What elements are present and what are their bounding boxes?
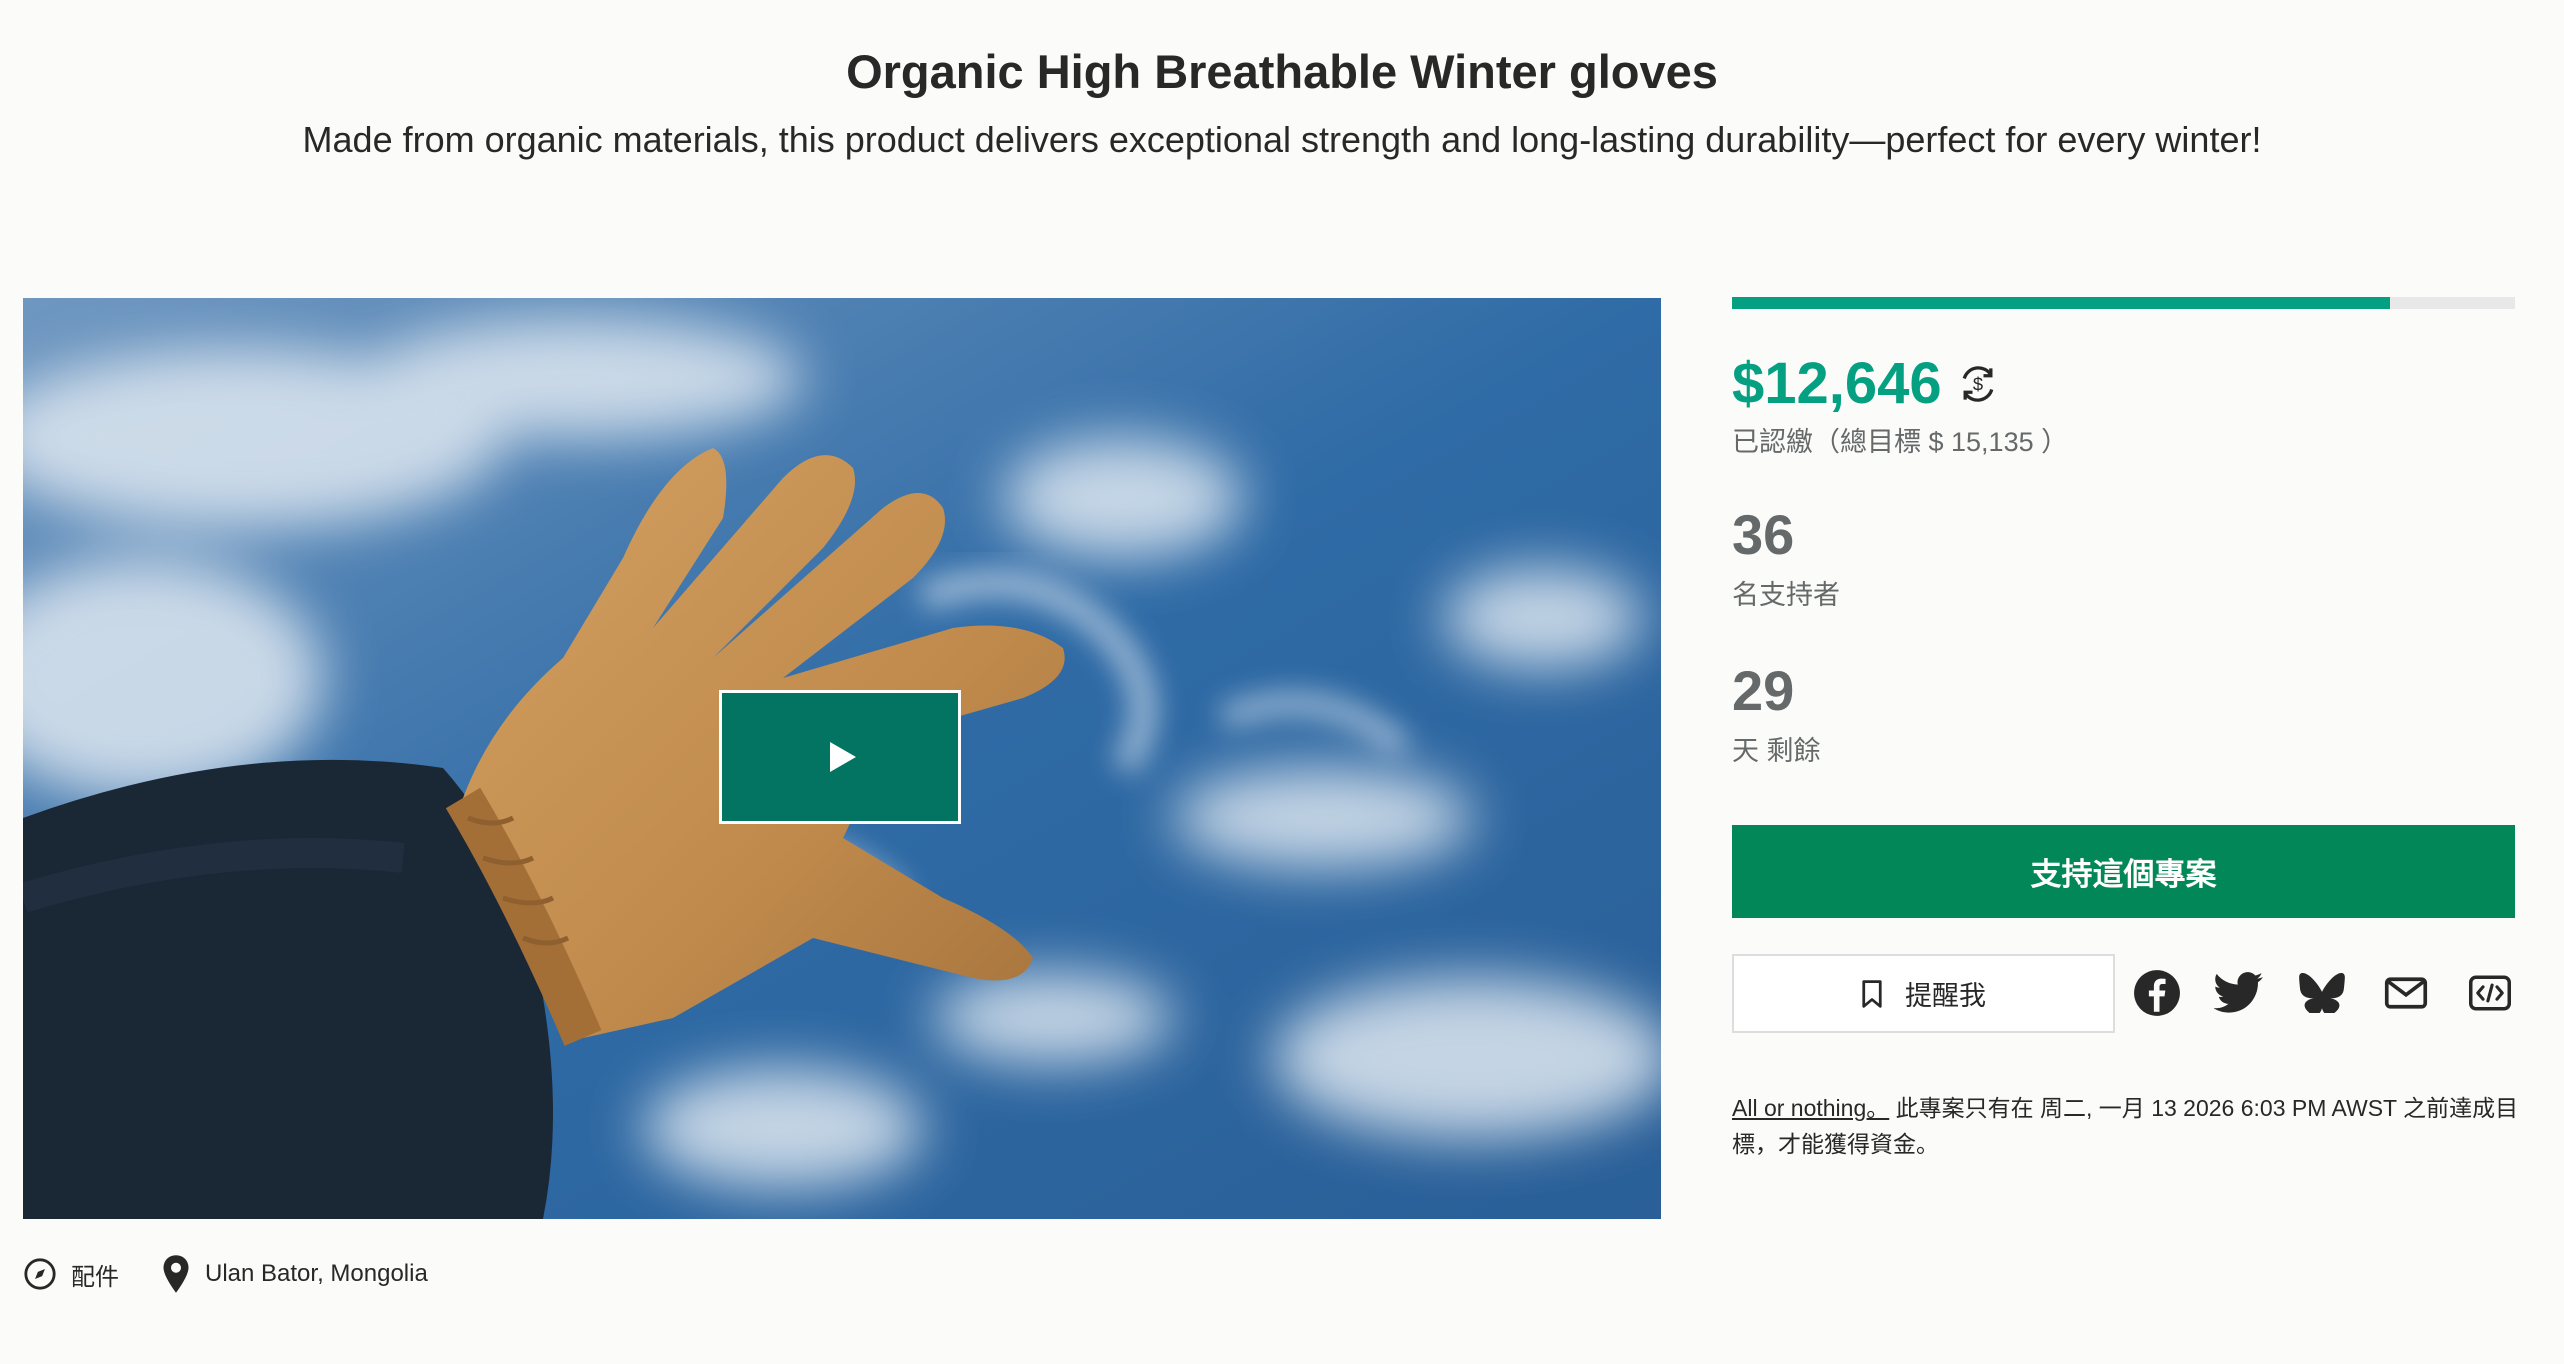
embed-icon [2469, 975, 2511, 1011]
currency-conversion-icon[interactable]: $ [1956, 362, 2000, 406]
play-video-button[interactable] [719, 690, 961, 824]
back-this-project-button[interactable]: 支持這個專案 [1732, 825, 2515, 918]
project-blurb: Made from organic materials, this produc… [302, 119, 2262, 160]
project-title: Organic High Breathable Winter gloves [846, 45, 1718, 98]
days-left-count: 29 [1732, 659, 1795, 722]
funding-progress-bar [1732, 297, 2515, 309]
share-bluesky-button[interactable] [2295, 966, 2349, 1020]
svg-text:$: $ [1973, 373, 1983, 394]
funding-notice: All or nothing。 此專案只有在 周二, 一月 13 2026 6:… [1732, 1090, 2522, 1162]
all-or-nothing-link[interactable]: All or nothing。 [1732, 1095, 1889, 1121]
twitter-icon [2214, 972, 2263, 1013]
pledged-amount: $12,646 [1732, 351, 1942, 416]
pledged-block: $12,646 $ [1732, 350, 2000, 417]
play-icon [830, 742, 856, 772]
bluesky-icon [2299, 973, 2345, 1013]
facebook-icon [2134, 970, 2180, 1016]
location-pin-icon [163, 1255, 189, 1293]
compass-icon [24, 1258, 56, 1290]
backers-label: 名支持者 [1732, 580, 1840, 610]
bookmark-icon [1862, 979, 1882, 1008]
share-facebook-button[interactable] [2130, 966, 2184, 1020]
remind-me-button[interactable]: 提醒我 [1732, 954, 2115, 1033]
pledged-goal-label: 已認繳（總目標 $ 15,135 ） [1732, 427, 2069, 457]
category-link[interactable]: 配件 [23, 1257, 119, 1292]
backers-count: 36 [1732, 503, 1795, 566]
location-label: Ulan Bator, Mongolia [205, 1260, 428, 1287]
project-page: Organic High Breathable Winter gloves Ma… [0, 0, 2564, 1364]
funding-progress-fill [1732, 297, 2390, 309]
category-label: 配件 [71, 1263, 119, 1291]
project-meta: 配件 Ulan Bator, Mongolia [23, 1254, 470, 1294]
embed-button[interactable] [2463, 966, 2517, 1020]
days-left-label: 天 剩餘 [1732, 736, 1821, 766]
project-video[interactable] [23, 298, 1661, 1219]
share-twitter-button[interactable] [2212, 966, 2266, 1020]
share-email-button[interactable] [2379, 966, 2433, 1020]
location-link[interactable]: Ulan Bator, Mongolia [161, 1254, 428, 1294]
email-icon [2384, 977, 2428, 1009]
remind-me-label: 提醒我 [1905, 981, 1986, 1011]
